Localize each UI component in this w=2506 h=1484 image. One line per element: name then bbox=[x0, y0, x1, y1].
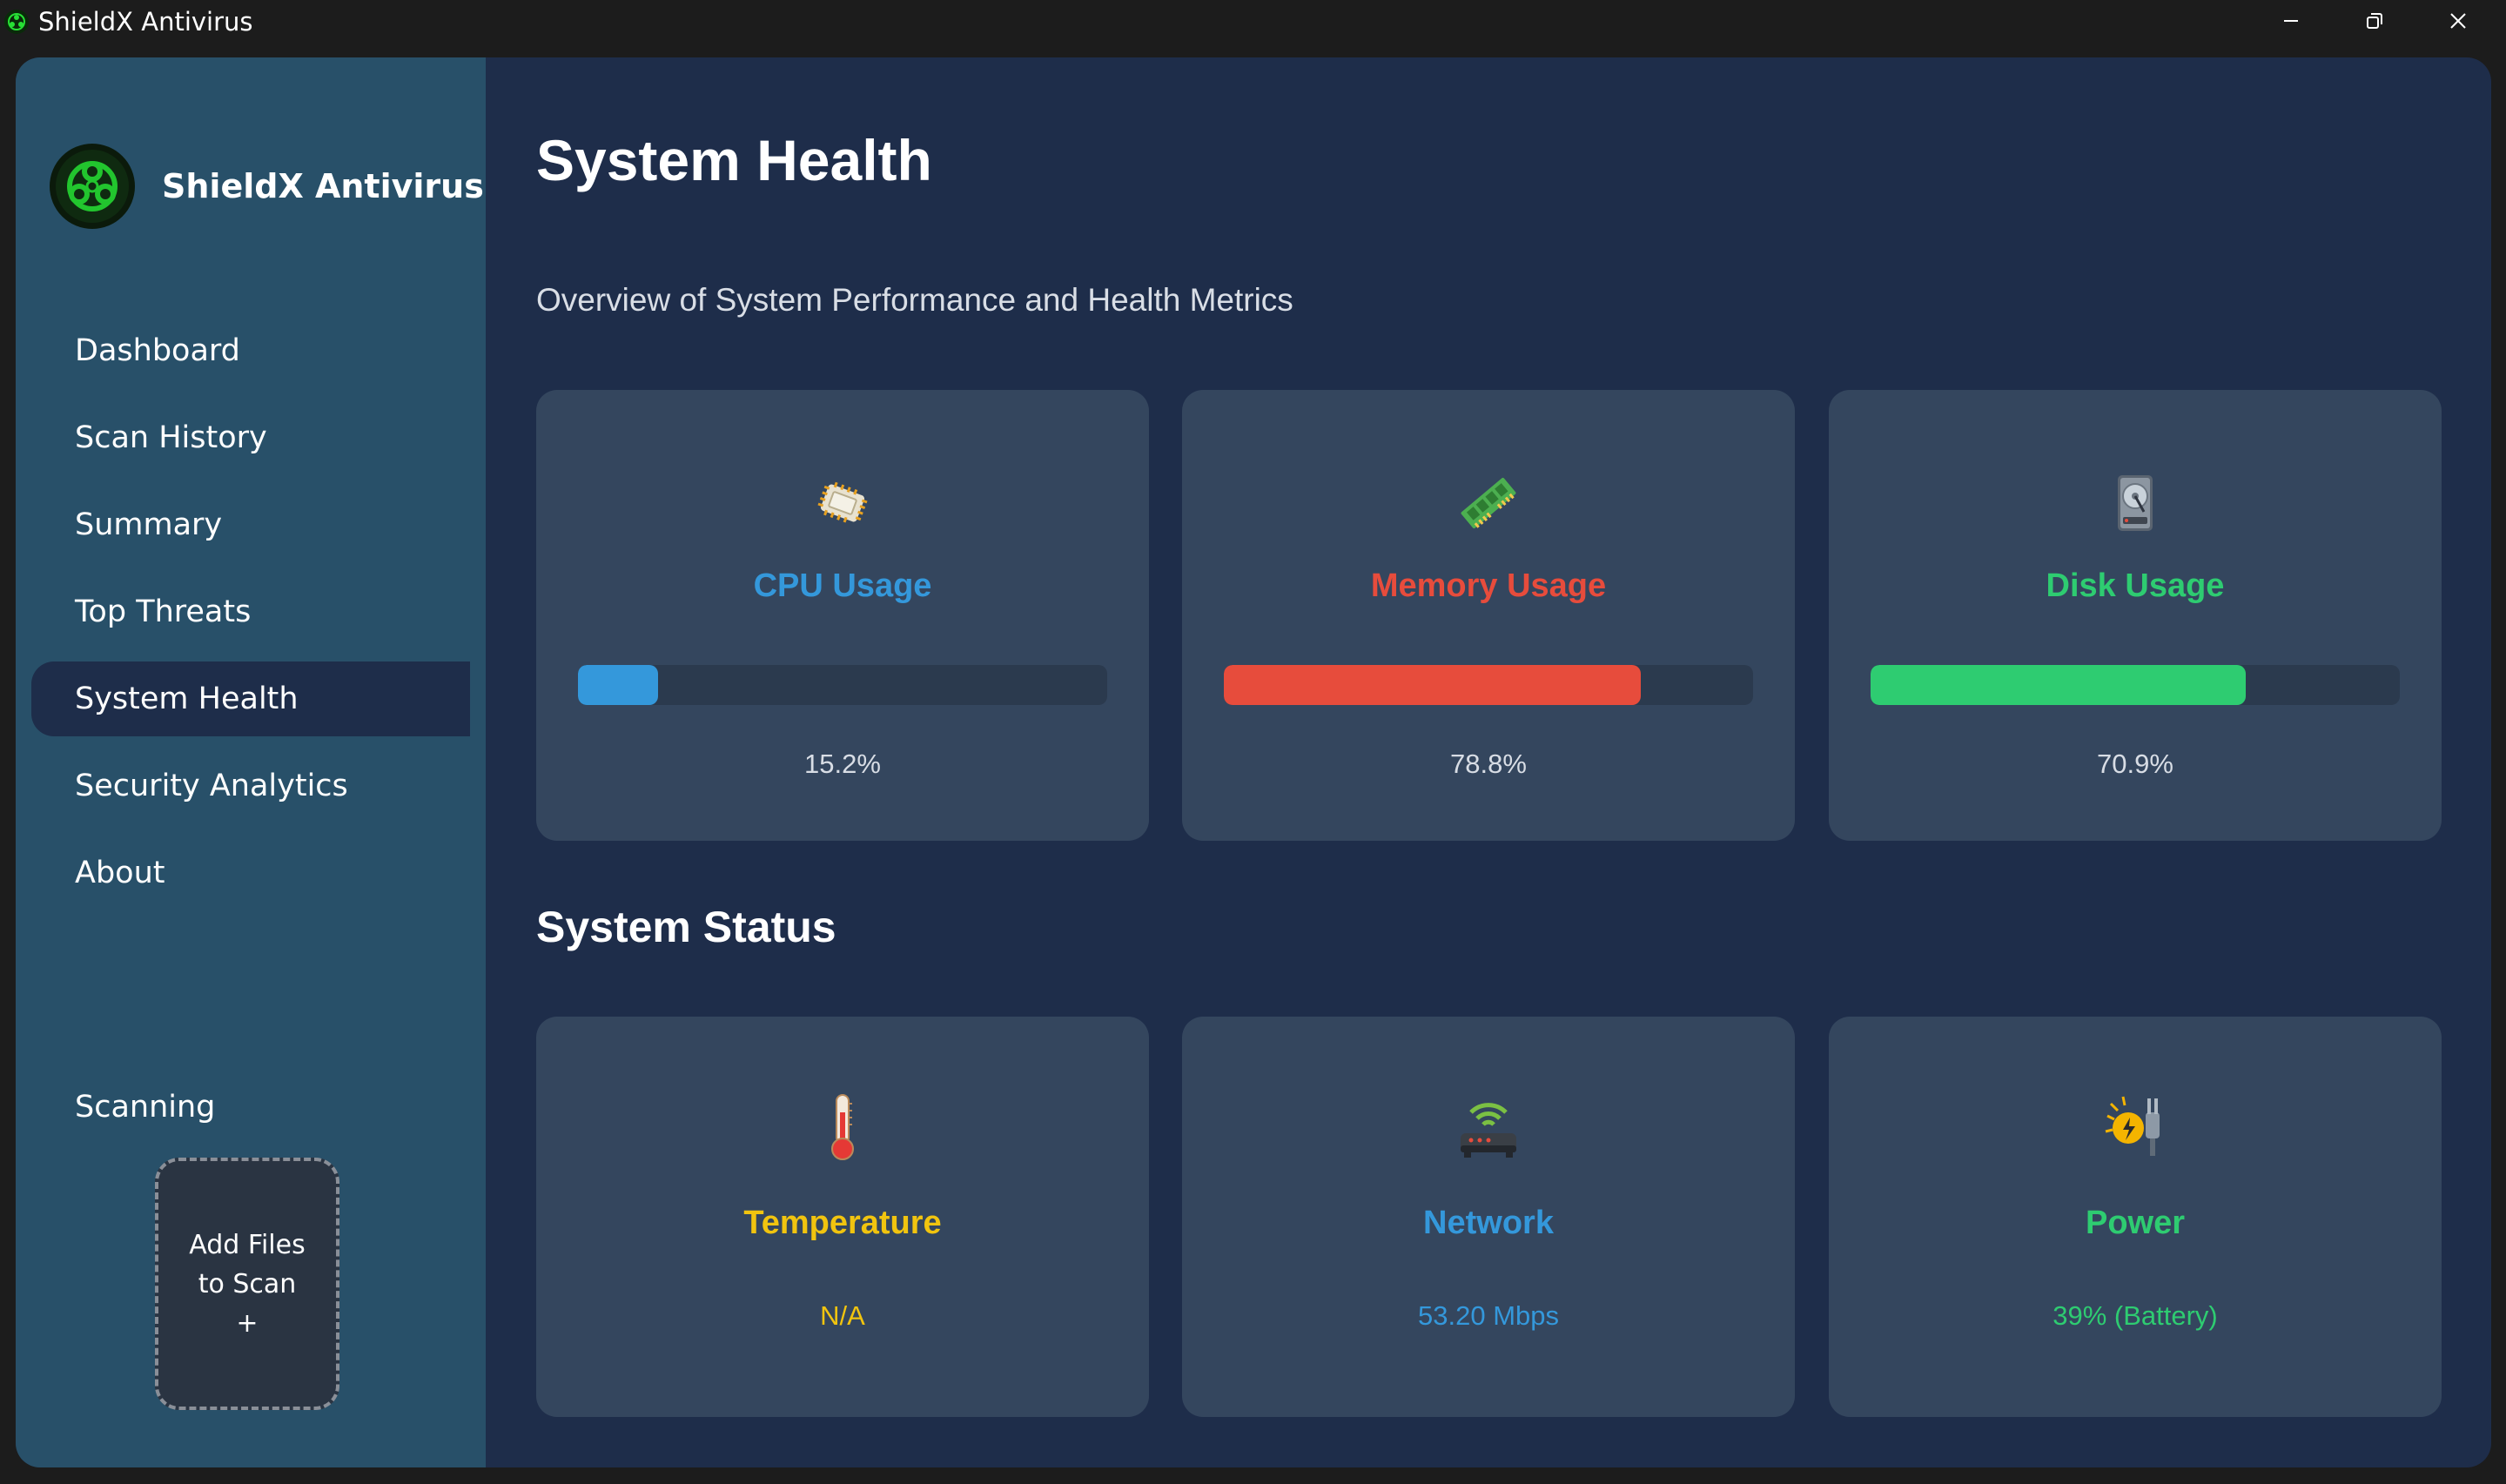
power-card: Power 39% (Battery) bbox=[1829, 1017, 2442, 1417]
page-title: System Health bbox=[536, 128, 932, 192]
hard-disk-icon bbox=[1829, 468, 2442, 538]
minimize-button[interactable] bbox=[2252, 0, 2330, 42]
temperature-value: N/A bbox=[820, 1300, 865, 1331]
power-plug-icon bbox=[1829, 1090, 2442, 1159]
sidebar-item-about[interactable]: About bbox=[31, 836, 470, 910]
sidebar-item-label: Scan History bbox=[75, 420, 267, 455]
sidebar-item-summary[interactable]: Summary bbox=[31, 487, 470, 562]
minimize-icon bbox=[2284, 20, 2298, 22]
power-value: 39% (Battery) bbox=[2053, 1300, 2218, 1331]
scanning-label: Scanning bbox=[75, 1090, 216, 1125]
brand-name: ShieldX Antivirus bbox=[162, 167, 484, 205]
biohazard-logo-icon bbox=[50, 144, 135, 229]
title-bar: ShieldX Antivirus bbox=[0, 0, 2506, 42]
sidebar-item-label: System Health bbox=[75, 682, 299, 716]
cpu-usage-value: 15.2% bbox=[804, 749, 881, 779]
restore-icon bbox=[2367, 13, 2382, 29]
plus-icon: + bbox=[236, 1307, 259, 1339]
cpu-usage-progress-bar bbox=[578, 665, 1107, 705]
add-files-text-line2: to Scan bbox=[198, 1268, 297, 1299]
add-files-dropzone[interactable]: Add Files to Scan + bbox=[155, 1158, 339, 1410]
cpu-usage-label: CPU Usage bbox=[753, 567, 932, 604]
close-button[interactable] bbox=[2419, 0, 2497, 42]
sidebar-item-scan-history[interactable]: Scan History bbox=[31, 400, 470, 475]
cpu-usage-card: CPU Usage 15.2% bbox=[536, 390, 1149, 841]
memory-usage-value: 78.8% bbox=[1450, 749, 1527, 779]
memory-usage-label: Memory Usage bbox=[1370, 567, 1607, 604]
cpu-chip-icon bbox=[536, 468, 1149, 538]
disk-usage-progress-fill bbox=[1871, 665, 2247, 705]
sidebar-item-label: Security Analytics bbox=[75, 769, 348, 803]
window-title: ShieldX Antivirus bbox=[38, 7, 253, 37]
sidebar-item-label: Top Threats bbox=[75, 594, 252, 629]
memory-usage-card: Memory Usage 78.8% bbox=[1182, 390, 1795, 841]
sidebar-item-label: Dashboard bbox=[75, 333, 240, 368]
sidebar-item-system-health[interactable]: System Health bbox=[31, 661, 470, 736]
app-window: ShieldX Antivirus Dashboard Scan History… bbox=[16, 57, 2491, 1467]
temperature-label: Temperature bbox=[743, 1205, 942, 1241]
disk-usage-progress-bar bbox=[1871, 665, 2400, 705]
network-value: 53.20 Mbps bbox=[1418, 1300, 1559, 1331]
section-title-system-status: System Status bbox=[536, 903, 836, 951]
sidebar-item-label: About bbox=[75, 856, 165, 890]
power-label: Power bbox=[2085, 1205, 2186, 1241]
thermometer-icon bbox=[536, 1090, 1149, 1160]
memory-ram-icon bbox=[1182, 468, 1795, 538]
add-files-text-line1: Add Files bbox=[189, 1229, 306, 1260]
biohazard-logo-icon bbox=[4, 10, 29, 34]
temperature-card: Temperature N/A bbox=[536, 1017, 1149, 1417]
sidebar-item-label: Summary bbox=[75, 507, 223, 542]
sidebar-item-security-analytics[interactable]: Security Analytics bbox=[31, 749, 470, 823]
disk-usage-value: 70.9% bbox=[2097, 749, 2173, 779]
sidebar-item-dashboard[interactable]: Dashboard bbox=[31, 313, 470, 388]
cpu-usage-progress-fill bbox=[578, 665, 659, 705]
disk-usage-label: Disk Usage bbox=[2046, 567, 2225, 604]
disk-usage-card: Disk Usage 70.9% bbox=[1829, 390, 2442, 841]
sidebar-item-top-threats[interactable]: Top Threats bbox=[31, 574, 470, 649]
close-icon bbox=[2450, 13, 2466, 29]
memory-usage-progress-fill bbox=[1224, 665, 1642, 705]
sidebar: ShieldX Antivirus Dashboard Scan History… bbox=[16, 57, 486, 1467]
restore-button[interactable] bbox=[2335, 0, 2414, 42]
network-label: Network bbox=[1423, 1205, 1554, 1241]
network-card: Network 53.20 Mbps bbox=[1182, 1017, 1795, 1417]
wifi-router-icon bbox=[1182, 1090, 1795, 1159]
page-subtitle: Overview of System Performance and Healt… bbox=[536, 282, 1293, 318]
memory-usage-progress-bar bbox=[1224, 665, 1753, 705]
